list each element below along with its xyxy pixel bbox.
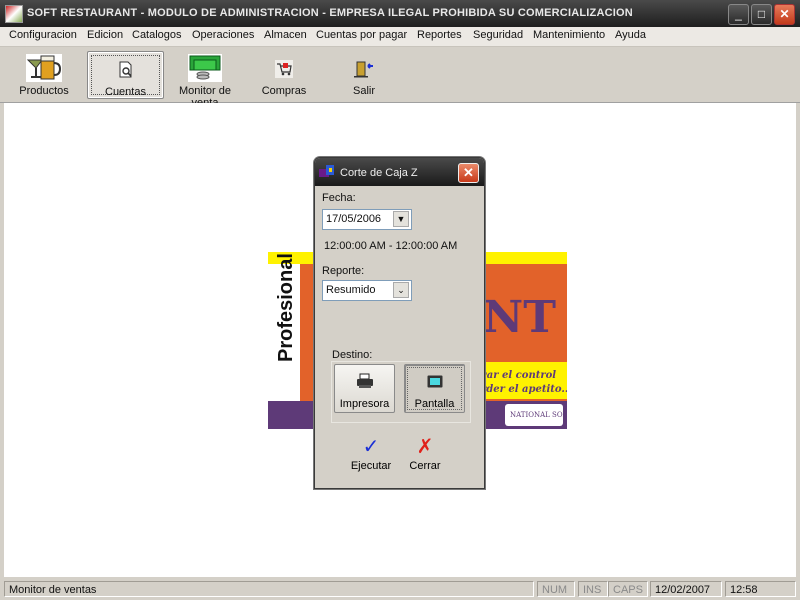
destino-label: Destino: <box>332 349 373 361</box>
minimize-button[interactable]: _ <box>728 4 749 25</box>
reporte-value: Resumido <box>326 284 376 296</box>
time-range-text: 12:00:00 AM - 12:00:00 AM <box>324 240 458 252</box>
menu-reportes[interactable]: Reportes <box>417 29 462 41</box>
fecha-label: Fecha: <box>322 192 356 204</box>
close-button[interactable]: ✕ <box>774 4 795 25</box>
fecha-value: 17/05/2006 <box>326 213 382 225</box>
insert-indicator: INS <box>578 581 608 597</box>
menu-seguridad[interactable]: Seguridad <box>473 29 523 41</box>
dialog-app-icon <box>319 165 334 177</box>
toolbar-productos-button[interactable]: Productos <box>8 51 80 97</box>
menu-operaciones[interactable]: Operaciones <box>192 29 254 41</box>
cerrar-button[interactable]: ✗ Cerrar <box>400 436 450 472</box>
app-icon[interactable] <box>5 5 23 23</box>
status-date: 12/02/2007 <box>650 581 722 597</box>
impresora-button[interactable]: Impresora <box>334 364 395 413</box>
menu-catalogos[interactable]: Catalogos <box>132 29 182 41</box>
shopping-cart-icon <box>275 60 293 78</box>
money-icon <box>188 54 222 82</box>
status-time: 12:58 <box>725 581 796 597</box>
status-bar: Monitor de ventas NUM INS CAPS 12/02/200… <box>0 579 800 600</box>
printer-icon <box>357 373 373 388</box>
reporte-select[interactable]: Resumido ⌄ <box>322 280 412 301</box>
pantalla-button[interactable]: Pantalla <box>404 364 465 413</box>
toolbar-cuentas-button[interactable]: Cuentas <box>87 51 164 99</box>
drinks-icon <box>26 54 62 82</box>
num-lock-indicator: NUM <box>537 581 575 597</box>
window-title: SOFT RESTAURANT - MODULO DE ADMINISTRACI… <box>27 7 633 19</box>
toolbar-compras-button[interactable]: Compras <box>250 51 318 97</box>
cerrar-label: Cerrar <box>409 460 441 472</box>
ejecutar-button[interactable]: ✓ Ejecutar <box>346 436 396 472</box>
toolbar-label: Salir <box>352 85 375 97</box>
ejecutar-label: Ejecutar <box>350 460 392 472</box>
banner-logo: NT <box>483 292 556 343</box>
maximize-button[interactable]: □ <box>751 4 772 25</box>
cross-icon: ✗ <box>416 436 434 458</box>
menu-ayuda[interactable]: Ayuda <box>615 29 646 41</box>
corte-de-caja-dialog: Corte de Caja Z ✕ Fecha: 17/05/2006 ▼ 12… <box>314 157 485 489</box>
caps-lock-indicator: CAPS <box>608 581 648 597</box>
exit-door-icon <box>354 61 373 78</box>
checkmark-icon: ✓ <box>362 436 380 458</box>
toolbar-label: Productos <box>19 85 69 97</box>
main-window: SOFT RESTAURANT - MODULO DE ADMINISTRACI… <box>0 0 800 600</box>
monitor-icon <box>427 375 443 388</box>
national-soft-text: NATIONAL SOFT <box>510 411 567 419</box>
toolbar-label: Cuentas <box>105 86 146 98</box>
banner-slogan-line2: rder el apetito..." <box>481 384 567 395</box>
toolbar: Productos Cuentas Monitor de venta <box>0 47 800 109</box>
title-bar: SOFT RESTAURANT - MODULO DE ADMINISTRACI… <box>0 0 800 27</box>
status-message: Monitor de ventas <box>4 581 534 597</box>
dialog-title: Corte de Caja Z <box>340 167 418 179</box>
chevron-down-icon[interactable]: ⌄ <box>393 282 409 298</box>
menu-cuentas-por-pagar[interactable]: Cuentas por pagar <box>316 29 407 41</box>
pantalla-label: Pantalla <box>414 398 455 410</box>
impresora-label: Impresora <box>339 398 390 410</box>
dialog-close-button[interactable]: ✕ <box>458 163 479 183</box>
fecha-datepicker[interactable]: 17/05/2006 ▼ <box>322 209 412 230</box>
banner-slogan-line1: var el control <box>481 370 556 381</box>
banner-side-text: Profesional <box>275 253 297 362</box>
toolbar-label: Compras <box>261 85 307 97</box>
toolbar-monitor-venta-button[interactable]: Monitor de venta <box>167 51 243 109</box>
menu-edicion[interactable]: Edicion <box>87 29 123 41</box>
menu-configuracion[interactable]: Configuracion <box>9 29 77 41</box>
reporte-label: Reporte: <box>322 265 365 277</box>
document-search-icon <box>119 61 132 78</box>
menu-almacen[interactable]: Almacen <box>264 29 307 41</box>
menu-bar: Configuracion Edicion Catalogos Operacio… <box>0 27 800 47</box>
menu-mantenimiento[interactable]: Mantenimiento <box>533 29 605 41</box>
toolbar-salir-button[interactable]: Salir <box>330 51 398 97</box>
dialog-title-bar: Corte de Caja Z ✕ <box>315 158 484 186</box>
chevron-down-icon[interactable]: ▼ <box>393 211 409 227</box>
